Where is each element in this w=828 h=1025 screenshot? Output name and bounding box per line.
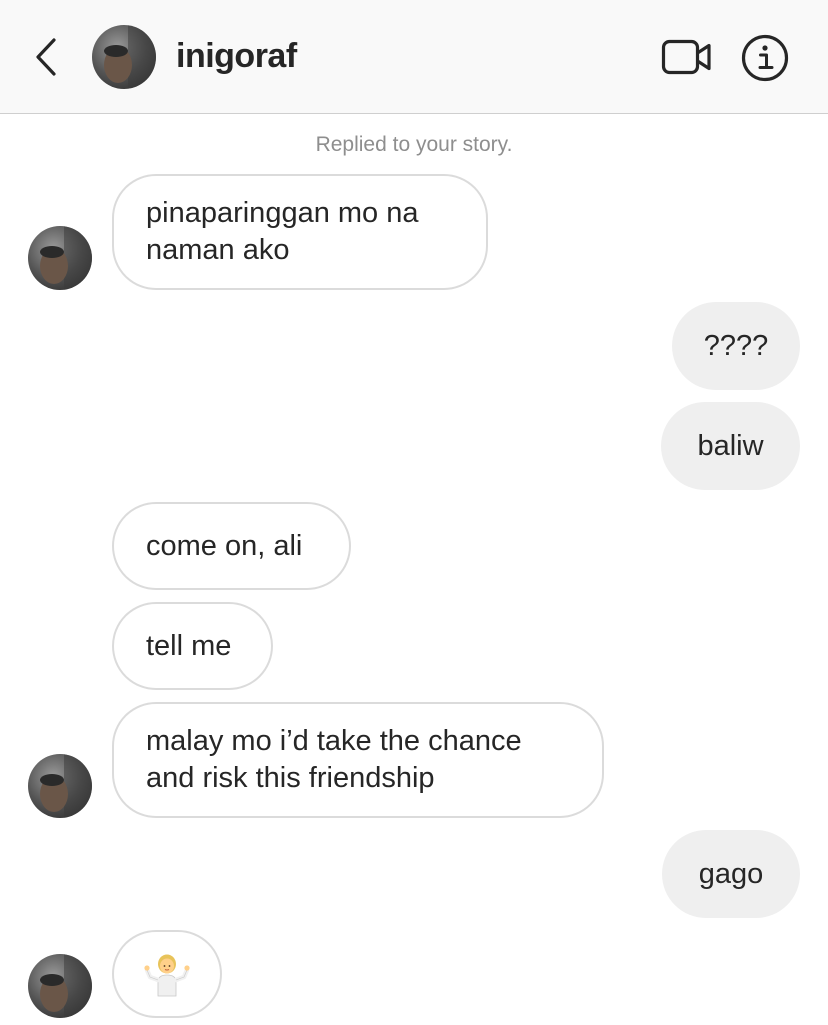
incoming-message[interactable]: pinaparinggan mo na naman ako [112, 174, 488, 290]
info-icon [741, 34, 789, 82]
chat-header: inigoraf [0, 0, 828, 114]
message-line: naman ako [146, 234, 290, 266]
video-call-button[interactable] [658, 36, 716, 78]
avatar-photo [28, 954, 92, 1018]
sender-avatar[interactable] [28, 954, 92, 1018]
chevron-left-icon [36, 38, 56, 76]
outgoing-message[interactable]: ???? [672, 302, 800, 390]
incoming-message[interactable]: tell me [112, 602, 273, 690]
message-line: pinaparinggan mo na [146, 197, 419, 229]
person-shrugging-emoji [144, 954, 190, 997]
message-text: gago [698, 857, 764, 890]
message-text: ???? [703, 329, 769, 362]
message-line: malay mo i’d take the chance [146, 725, 522, 757]
outgoing-message[interactable]: gago [662, 830, 800, 918]
video-call-icon [661, 39, 711, 75]
incoming-message[interactable]: come on, ali [112, 502, 351, 590]
incoming-message[interactable] [112, 930, 222, 1018]
back-button[interactable] [26, 34, 66, 80]
avatar-photo [28, 226, 92, 290]
message-text: come on, ali [146, 529, 303, 562]
sender-avatar[interactable] [28, 754, 92, 818]
chat-username[interactable]: inigoraf [176, 36, 297, 76]
message-line: and risk this friendship [146, 762, 435, 794]
replied-to-story-note: Replied to your story. [315, 133, 513, 156]
avatar-photo [92, 25, 156, 89]
incoming-message[interactable]: malay mo i’d take the chance and risk th… [112, 702, 604, 818]
message-text: baliw [697, 429, 764, 462]
outgoing-message[interactable]: baliw [661, 402, 800, 490]
avatar-photo [28, 754, 92, 818]
info-button[interactable] [740, 33, 790, 83]
sender-avatar[interactable] [28, 226, 92, 290]
profile-avatar[interactable] [92, 25, 156, 89]
message-text: tell me [146, 629, 232, 662]
